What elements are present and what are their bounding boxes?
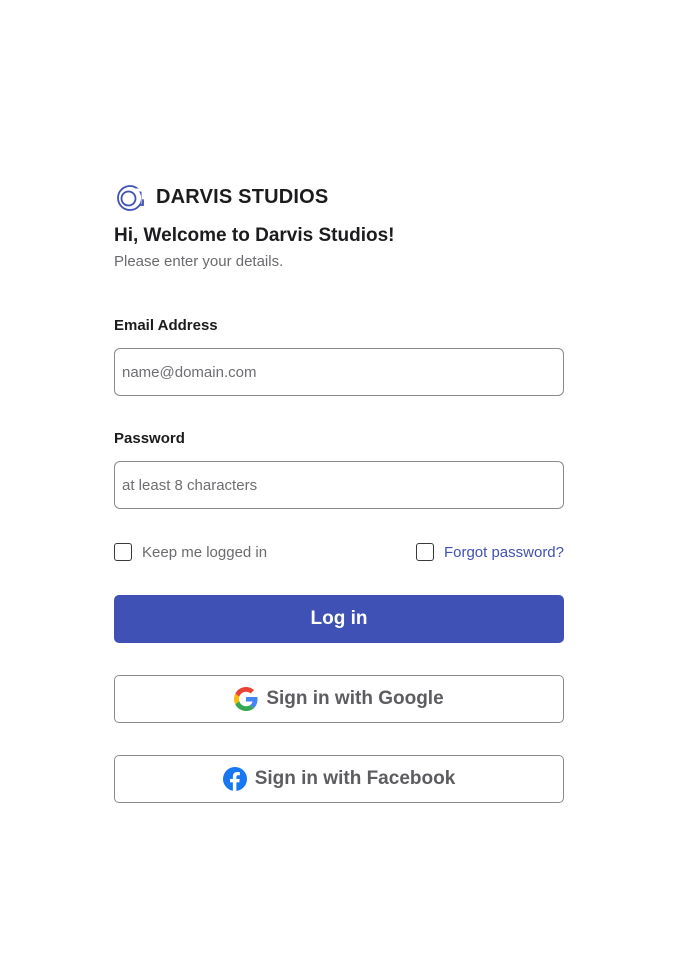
darvis-logo-icon [115,181,147,213]
facebook-signin-button[interactable]: Sign in with Facebook [114,755,564,803]
forgot-password-link[interactable]: Forgot password? [444,544,564,561]
facebook-icon [222,767,247,791]
page-title: Hi, Welcome to Darvis Studios! [114,225,395,246]
login-options-row: Keep me logged in Forgot password? [114,542,564,562]
email-label: Email Address [114,317,218,334]
forgot-password-checkbox[interactable] [415,543,434,561]
keep-logged-in-label: Keep me logged in [142,543,268,561]
password-label: Password [114,430,185,447]
login-button[interactable]: Log in [114,595,564,643]
email-field[interactable] [114,348,564,396]
login-card: DARVIS STUDIOS Hi, Welcome to Darvis Stu… [114,180,564,803]
keep-logged-in-checkbox[interactable] [114,543,132,561]
forgot-password-option[interactable]: Forgot password? [415,543,564,561]
page-subtitle: Please enter your details. [114,253,284,270]
brand-name: DARVIS STUDIOS [156,185,329,208]
password-field[interactable] [114,461,564,509]
keep-logged-in-option[interactable]: Keep me logged in [114,543,267,561]
google-icon [234,687,258,711]
google-signin-button[interactable]: Sign in with Google [114,675,564,723]
brand-header: DARVIS STUDIOS [114,180,564,214]
facebook-signin-label: Sign in with Facebook [254,768,456,789]
google-signin-label: Sign in with Google [266,688,444,709]
